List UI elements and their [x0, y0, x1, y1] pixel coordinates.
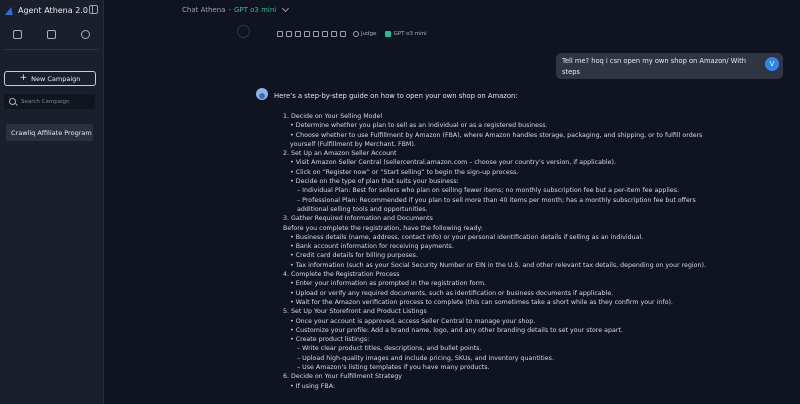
judge-icon [353, 31, 359, 37]
model-selector[interactable]: GPT o3 mini [234, 6, 276, 14]
answer-line: 1. Decide on Your Selling Model [283, 113, 383, 120]
user-message-text: Tell me? hoq i csn open my own shop on A… [562, 57, 746, 76]
message-toolbar: Judge GPT o3 mini [277, 31, 427, 37]
answer-line: • Upload or verify any required document… [290, 289, 614, 297]
new-campaign-button[interactable]: + New Campaign [4, 71, 96, 86]
new-campaign-label: New Campaign [31, 74, 81, 83]
answer-line: • Enter your information as prompted in … [290, 280, 487, 288]
brand: Agent Athena 2.0 [4, 6, 88, 15]
delete-icon[interactable] [340, 31, 346, 37]
bookmark-icon[interactable] [331, 31, 337, 37]
thumbs-down-icon[interactable] [322, 31, 328, 37]
assistant-intro: Here’s a step-by-step guide on how to op… [274, 92, 518, 100]
answer-line: 5. Set Up Your Storefront and Product Li… [283, 308, 427, 316]
answer-line: 4. Complete the Registration Process [283, 271, 400, 279]
answer-line: • Create product listings: [290, 336, 370, 344]
search-box[interactable] [4, 94, 95, 109]
judge-button[interactable]: Judge [353, 31, 376, 37]
toolbar-model: GPT o3 mini [385, 31, 427, 37]
answer-line: • Wait for the Amazon verification proce… [290, 298, 673, 306]
answer-line: • Choose whether to use Fulfillment by A… [290, 131, 703, 148]
answer-line: 6. Decide on Your Fulfillment Strategy [283, 373, 403, 381]
answer-line: – Individual Plan: Best for sellers who … [297, 187, 679, 195]
document-icon[interactable] [12, 30, 22, 39]
search-icon [9, 98, 16, 105]
answer-line: – Upload high-quality images and include… [297, 354, 554, 362]
search-input[interactable] [21, 98, 91, 105]
copy-icon[interactable] [286, 31, 292, 37]
answer-line: – Use Amazon’s listing templates if you … [297, 364, 490, 372]
answer-line: 2. Set Up an Amazon Seller Account [283, 150, 397, 158]
answer-line: 3. Gather Required Information and Docum… [283, 215, 433, 223]
answer-line: • Decide on the type of plan that suits … [290, 178, 459, 186]
thumbs-up-icon[interactable] [313, 31, 319, 37]
answer-line: • Visit Amazon Seller Central (sellercen… [290, 159, 617, 167]
title-separator: - [228, 6, 231, 14]
model-icon [385, 31, 392, 37]
answer-line: • Tax information (such as your Social S… [290, 261, 706, 269]
info-icon[interactable] [81, 30, 91, 39]
edit-icon[interactable] [304, 31, 310, 37]
toolbar-model-label: GPT o3 mini [393, 31, 427, 37]
answer-line: • Determine whether you plan to sell as … [290, 122, 548, 130]
plus-icon: + [19, 73, 28, 83]
chat-header[interactable]: Chat Athena - GPT o3 mini [182, 4, 290, 14]
answer-line: • If using FBA: [290, 382, 336, 390]
answer-line: • Bank account information for receiving… [290, 243, 454, 251]
answer-line: • Credit card details for billing purpos… [290, 252, 418, 260]
assistant-avatar-icon [256, 88, 268, 100]
answer-line: • Customize your profile: Add a brand na… [290, 326, 623, 334]
answer-line: Before you complete the registration, ha… [283, 224, 483, 232]
chat-title: Chat Athena [182, 6, 226, 14]
answer-line: – Write clear product titles, descriptio… [297, 345, 482, 353]
campaign-item[interactable]: Crawliq Affiliate Program [6, 124, 93, 141]
app-title: Agent Athena 2.0 [18, 6, 88, 15]
answer-line: • Click on “Register now” or “Start sell… [290, 168, 519, 176]
sidebar-icon-row [0, 30, 103, 39]
app-logo-icon [4, 6, 16, 15]
share-icon[interactable] [295, 31, 301, 37]
sidebar: Agent Athena 2.0 + New Campaign Crawliq … [0, 0, 104, 404]
bot-icon[interactable] [46, 30, 56, 39]
user-avatar: V [765, 57, 779, 71]
assistant-answer: 1. Decide on Your Selling Model • Determ… [283, 112, 728, 391]
chevron-down-icon[interactable] [282, 4, 290, 13]
answer-line: • Once your account is approved, access … [290, 317, 536, 325]
loading-indicator [237, 25, 250, 38]
sidebar-divider [4, 49, 99, 50]
user-message: Tell me? hoq i csn open my own shop on A… [556, 53, 783, 79]
answer-line: • Business details (name, address, conta… [290, 233, 644, 241]
judge-label: Judge [361, 31, 377, 37]
answer-line: – Professional Plan: Recommended if you … [297, 196, 696, 213]
speaker-icon[interactable] [277, 31, 283, 37]
sidebar-toggle-icon[interactable] [89, 5, 98, 14]
